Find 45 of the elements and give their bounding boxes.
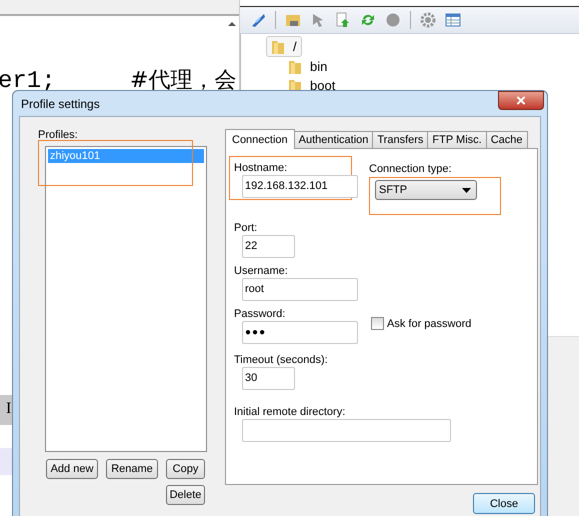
field-label: Initial remote directory: [234, 406, 346, 418]
input-field[interactable]: 22 [242, 235, 295, 258]
folder-icon[interactable] [285, 12, 301, 28]
field-label: Username: [234, 265, 289, 277]
password-field[interactable]: ●●● [242, 321, 358, 344]
tree-item[interactable]: bin [284, 57, 332, 76]
field-label: Port: [234, 222, 258, 234]
folder-icon [271, 38, 285, 54]
plug-icon[interactable] [250, 12, 266, 28]
dropdown[interactable]: SFTP [375, 180, 477, 200]
input-field[interactable]: root [242, 278, 358, 301]
profile-button[interactable]: Copy [166, 459, 205, 479]
profile-button[interactable]: Add new [46, 459, 98, 479]
close-button[interactable]: Close [473, 493, 535, 514]
field-label: Hostname: [234, 162, 288, 174]
field-label: Timeout (seconds): [234, 354, 329, 366]
tab[interactable]: Authentication [294, 131, 374, 148]
stop-icon[interactable] [385, 12, 401, 28]
input-field[interactable] [242, 419, 451, 442]
tab[interactable]: Cache [486, 131, 528, 148]
caret-icon [462, 188, 471, 192]
field-label: Connection type: [369, 163, 453, 175]
profile-button[interactable]: Rename [106, 459, 158, 479]
upload-icon[interactable] [335, 12, 351, 28]
tab[interactable]: Transfers [372, 131, 428, 148]
input-field[interactable]: 30 [242, 367, 295, 390]
tab[interactable]: FTP Misc. [427, 131, 487, 148]
checkbox-label: Ask for password [387, 318, 472, 330]
code-comment: #代理，会 [130, 68, 236, 93]
scroll-up-icon[interactable] [228, 22, 236, 26]
close-button[interactable] [498, 91, 544, 110]
folder-icon [288, 58, 302, 74]
input-field[interactable]: 192.168.132.101 [242, 175, 358, 198]
tab[interactable]: Connection [225, 129, 295, 149]
refresh-icon[interactable] [360, 12, 376, 28]
tree-item[interactable]: / [266, 36, 302, 57]
profiles-label: Profiles: [38, 129, 79, 141]
code-text: I [6, 400, 12, 417]
checkbox[interactable] [371, 317, 384, 330]
profile-button[interactable]: Delete [166, 485, 205, 505]
window-title: Profile settings [21, 96, 100, 110]
table-icon[interactable] [445, 12, 461, 28]
field-label: Password: [234, 308, 286, 320]
settings-icon[interactable] [420, 12, 436, 28]
close-icon [516, 96, 526, 105]
